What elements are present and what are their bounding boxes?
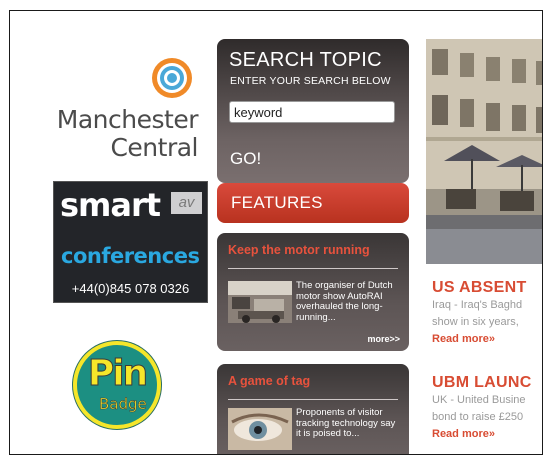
go-button[interactable]: GO!	[230, 149, 261, 169]
search-input[interactable]	[229, 101, 395, 123]
features-header[interactable]: FEATURES	[217, 183, 409, 223]
feature-card-title[interactable]: A game of tag	[228, 374, 310, 388]
pin-text: Pin	[87, 353, 148, 395]
badge-text: Badge	[99, 395, 147, 414]
divider	[228, 268, 398, 269]
smart-phone-number: +44(0)845 078 0326	[71, 281, 190, 296]
feature-card-text: The organiser of Dutch motor show AutoRA…	[296, 280, 393, 323]
feature-card[interactable]: Keep the motor running The organiser of …	[217, 233, 409, 351]
news-snippet-line: bond to raise £250	[432, 411, 524, 423]
target-rings-icon	[152, 58, 192, 98]
search-panel: SEARCH TOPIC ENTER YOUR SEARCH BELOW GO!	[217, 39, 409, 183]
motor-show-thumbnail[interactable]	[228, 281, 292, 323]
more-link[interactable]: more>>	[367, 334, 400, 344]
smart-av-tag: av	[171, 192, 202, 214]
news-item: US ABSENT Iraq - Iraq's Baghd show in si…	[432, 279, 542, 347]
page-frame: Manchester Central smart av conferences …	[9, 10, 543, 455]
read-more-link[interactable]: Read more»	[432, 331, 542, 347]
news-snippet-line: show in six years,	[432, 316, 519, 328]
manchester-central-logo[interactable]: Manchester Central	[56, 56, 210, 176]
feature-card[interactable]: A game of tag Proponents of visitor trac…	[217, 364, 409, 454]
features-title: FEATURES	[231, 193, 323, 212]
logo-text-manchester: Manchester	[56, 105, 199, 134]
street-cafe-photo[interactable]	[426, 39, 543, 264]
news-snippet-line: UK - United Busine	[432, 394, 526, 406]
news-item: UBM LAUNC UK - United Busine bond to rai…	[432, 374, 542, 442]
search-title: SEARCH TOPIC	[229, 49, 382, 71]
divider	[228, 399, 398, 400]
feature-card-text: Proponents of visitor tracking technolog…	[296, 407, 396, 439]
smart-av-banner[interactable]: smart av conferences +44(0)845 078 0326	[53, 181, 208, 303]
search-subtitle: ENTER YOUR SEARCH BELOW	[230, 75, 391, 87]
eye-thumbnail[interactable]	[228, 408, 292, 450]
news-headline[interactable]: UBM LAUNC	[432, 374, 542, 392]
news-snippet-line: Iraq - Iraq's Baghd	[432, 299, 523, 311]
feature-card-title[interactable]: Keep the motor running	[228, 243, 370, 257]
smart-title: smart	[60, 186, 161, 224]
read-more-link[interactable]: Read more»	[432, 426, 542, 442]
logo-text-central: Central	[110, 133, 198, 162]
smart-conferences-text: conferences	[61, 244, 200, 268]
news-headline[interactable]: US ABSENT	[432, 279, 542, 297]
pin-badge-logo[interactable]: Pin Badge	[73, 341, 161, 429]
